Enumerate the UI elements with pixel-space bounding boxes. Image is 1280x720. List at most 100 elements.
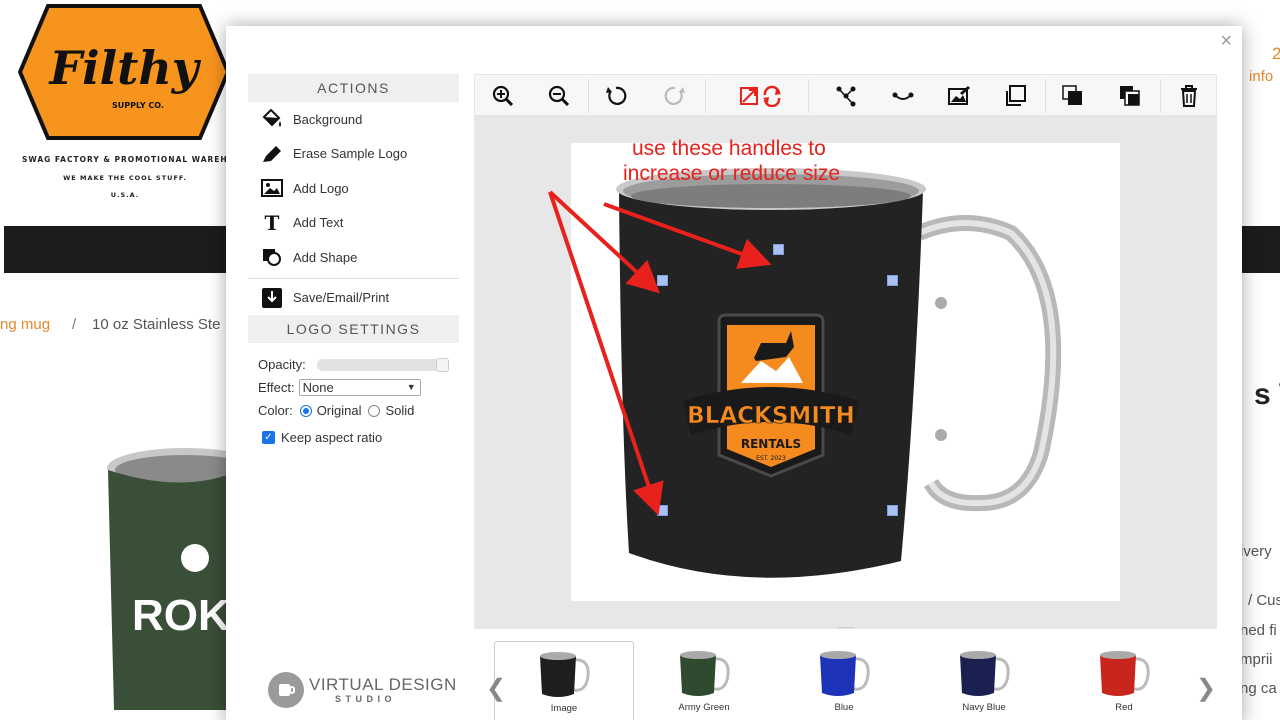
logo-settings-header: LOGO SETTINGS: [248, 315, 459, 343]
sidebar-divider: [248, 277, 459, 279]
erase-sample-logo-action[interactable]: Erase Sample Logo: [248, 137, 459, 172]
toolbar-separator: [808, 79, 809, 113]
download-icon: [260, 287, 284, 309]
product-logo-text: ROK: [132, 591, 230, 640]
site-logo[interactable]: Filthy SUPPLY CO.: [18, 4, 230, 144]
thumbnails-prev-arrow[interactable]: ❮: [486, 674, 506, 703]
chevron-down-icon: ▼: [406, 382, 416, 392]
edit-image-icon[interactable]: [946, 83, 972, 109]
action-label: Background: [293, 111, 363, 127]
product-text-fragment: ned fi: [1240, 622, 1277, 639]
logo-settings: Opacity: Effect: None ▼ Color: Original …: [248, 343, 459, 449]
mug-thumbnail: [820, 651, 870, 696]
annotation-arrows: [548, 190, 772, 516]
action-label: Save/Email/Print: [293, 290, 390, 306]
color-original-radio[interactable]: [299, 404, 312, 417]
annotation-line2: increase or reduce size: [623, 162, 841, 185]
thumbnail-label: Blue: [834, 702, 854, 713]
thumbnail-label: Navy Blue: [962, 702, 1006, 713]
svg-text:T: T: [265, 213, 280, 233]
annotation-line1: use these handles to: [632, 137, 826, 160]
effect-label: Effect:: [258, 380, 295, 395]
thumbnail-image[interactable]: Image: [494, 641, 634, 720]
breadcrumb-separator: /: [72, 316, 77, 333]
thumbnails-next-arrow[interactable]: ❯: [1196, 674, 1216, 703]
product-text-fragment: mprii: [1240, 651, 1273, 668]
canvas-area: BLACKSMITH RENTALS EST. 2023 use these h…: [474, 116, 1217, 628]
product-text-fragment: / Cust: [1248, 592, 1280, 609]
color-solid-radio[interactable]: [368, 404, 381, 417]
actions-header: ACTIONS: [248, 74, 459, 102]
breadcrumb-link[interactable]: ng mug: [0, 316, 50, 333]
toolbar-separator: [705, 79, 706, 113]
logo-text: Filthy: [47, 41, 201, 95]
add-logo-action[interactable]: Add Logo: [248, 171, 459, 206]
rotate-left-icon[interactable]: [603, 83, 629, 109]
design-studio-modal: × ACTIONS Background Erase Sample Logo A…: [226, 26, 1242, 720]
thumbnail-label: Army Green: [678, 702, 730, 713]
header-fragment[interactable]: 2: [1272, 44, 1280, 64]
brand-logo-icon: [268, 672, 304, 708]
reset-icon[interactable]: [737, 83, 787, 109]
bring-front-icon[interactable]: [1060, 83, 1086, 109]
thumbnail-navy-blue[interactable]: Navy Blue: [914, 641, 1054, 720]
thumbnail-red[interactable]: Red: [1054, 641, 1194, 720]
mug-thumbnail: [1100, 651, 1150, 696]
background-action[interactable]: Background: [248, 102, 459, 137]
mug-thumbnail: [680, 651, 730, 696]
zoom-out-icon[interactable]: [546, 83, 572, 109]
opacity-slider-handle[interactable]: [435, 357, 449, 372]
marker-icon: [260, 143, 284, 165]
mug-thumbnail: [540, 652, 590, 697]
effect-value: None: [302, 380, 334, 395]
product-text-fragment: ivery: [1240, 543, 1272, 560]
site-country: U.S.A.: [110, 191, 140, 199]
action-label: Add Logo: [293, 180, 349, 196]
opacity-label: Opacity:: [258, 357, 306, 372]
logo-subtext: SUPPLY CO.: [112, 101, 164, 110]
thumbnail-label: Image: [550, 703, 578, 714]
brand-line2: STUDIO: [335, 693, 397, 704]
header-fragment[interactable]: info: [1249, 68, 1273, 85]
curve-icon[interactable]: [890, 83, 916, 109]
thumbnail-blue[interactable]: Blue: [774, 641, 914, 720]
brand-line1: VIRTUAL DESIGN: [309, 674, 457, 694]
color-label: Color:: [258, 403, 293, 418]
product-image[interactable]: ROK: [100, 440, 263, 720]
add-shape-action[interactable]: Add Shape: [248, 240, 459, 275]
editor-toolbar: [474, 74, 1217, 116]
site-slogan: WE MAKE THE COOL STUFF.: [63, 174, 187, 182]
action-label: Erase Sample Logo: [293, 146, 408, 162]
toolbar-separator: [588, 79, 589, 113]
flip-icon[interactable]: [833, 83, 859, 109]
delete-icon[interactable]: [1176, 83, 1202, 109]
virtual-design-studio-brand: VIRTUAL DESIGN STUDIO: [268, 672, 457, 708]
keep-aspect-checkbox[interactable]: ✓: [262, 431, 275, 444]
zoom-in-icon[interactable]: [490, 83, 516, 109]
thumbnail-army-green[interactable]: Army Green: [634, 641, 774, 720]
color-thumbnails: Image Army Green Blue Navy Blue Red: [474, 628, 1217, 720]
paint-bucket-icon: [260, 108, 284, 130]
rotate-right-icon[interactable]: [662, 83, 688, 109]
product-title-fragment: s W: [1254, 378, 1280, 411]
save-email-print-action[interactable]: Save/Email/Print: [248, 281, 459, 316]
breadcrumb-current: 10 oz Stainless Ste: [92, 316, 221, 333]
image-icon: [260, 177, 284, 199]
close-button[interactable]: ×: [1220, 30, 1232, 53]
add-text-action[interactable]: T Add Text: [248, 206, 459, 241]
toolbar-separator: [1160, 79, 1161, 113]
toolbar-separator: [1045, 79, 1046, 113]
duplicate-icon[interactable]: [1002, 83, 1028, 109]
color-original-label[interactable]: Original: [317, 403, 362, 418]
send-back-icon[interactable]: [1117, 83, 1143, 109]
action-label: Add Shape: [293, 249, 358, 265]
color-solid-label[interactable]: Solid: [385, 403, 414, 418]
site-tagline: SWAG FACTORY & PROMOTIONAL WAREHO: [22, 155, 236, 164]
action-label: Add Text: [293, 215, 344, 231]
opacity-slider[interactable]: [316, 357, 449, 372]
text-icon: T: [260, 212, 284, 234]
product-text-fragment: ng ca: [1240, 680, 1277, 697]
thumbnail-label: Red: [1115, 702, 1133, 713]
effect-select[interactable]: None ▼: [298, 379, 421, 396]
keep-aspect-label[interactable]: Keep aspect ratio: [281, 430, 382, 445]
